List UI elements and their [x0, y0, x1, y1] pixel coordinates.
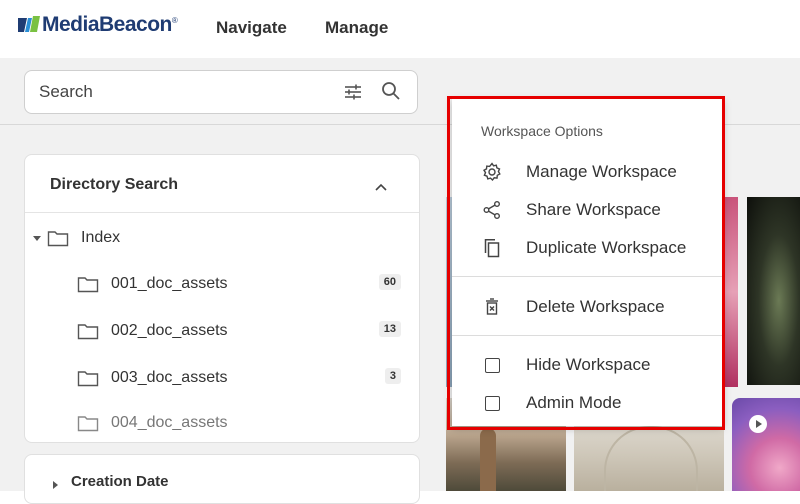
menu-divider	[452, 276, 723, 277]
panel-title: Creation Date	[71, 473, 169, 490]
menu-item-duplicate-workspace[interactable]: Duplicate Workspace	[452, 230, 723, 266]
panel-title: Directory Search	[50, 176, 179, 193]
asset-thumbnail[interactable]	[747, 197, 800, 385]
menu-item-label: Delete Workspace	[526, 297, 665, 316]
filter-sliders-icon[interactable]	[343, 83, 363, 101]
logo-mark-icon	[18, 16, 40, 34]
folder-icon	[77, 322, 101, 340]
tree-item-folder[interactable]: 004_doc_assets	[77, 412, 411, 434]
tree-item-label: 003_doc_assets	[111, 369, 228, 386]
asset-thumbnail[interactable]	[722, 197, 738, 387]
mediabeacon-logo[interactable]: MediaBeacon®	[18, 13, 178, 37]
menu-item-admin-mode[interactable]: Admin Mode	[452, 385, 723, 421]
asset-thumbnail[interactable]	[732, 398, 800, 491]
menu-divider	[452, 335, 723, 336]
directory-search-panel: Directory Search Index 001_doc_assets 60…	[24, 154, 420, 443]
menu-header: Workspace Options	[481, 123, 603, 139]
checkbox-icon[interactable]	[482, 393, 502, 413]
logo-text: MediaBeacon®	[42, 13, 178, 36]
search-box	[24, 70, 418, 114]
tree-item-index[interactable]: Index	[33, 227, 120, 249]
folder-icon	[47, 229, 71, 247]
menu-item-label: Manage Workspace	[526, 162, 677, 181]
folder-icon	[77, 369, 101, 387]
tree-item-label: 004_doc_assets	[111, 414, 228, 431]
count-badge: 3	[384, 368, 401, 384]
tree-item-label: Index	[81, 229, 121, 246]
tree-item-folder[interactable]: 003_doc_assets 3	[77, 367, 411, 389]
menu-item-label: Share Workspace	[526, 200, 661, 219]
tree-item-folder[interactable]: 001_doc_assets 60	[77, 273, 411, 295]
tree-item-label: 001_doc_assets	[111, 275, 228, 292]
workspace-options-menu: Workspace Options Manage Workspace Share…	[452, 99, 723, 426]
count-badge: 60	[378, 274, 401, 290]
caret-down-icon[interactable]	[33, 229, 43, 247]
nav-manage[interactable]: Manage	[325, 18, 388, 38]
search-icon[interactable]	[381, 81, 401, 101]
chevron-up-icon[interactable]	[374, 179, 388, 191]
gear-icon	[482, 162, 502, 182]
menu-item-hide-workspace[interactable]: Hide Workspace	[452, 347, 723, 383]
checkbox-icon[interactable]	[482, 355, 502, 375]
play-icon[interactable]	[748, 414, 768, 434]
panel-divider	[25, 212, 419, 213]
search-input[interactable]	[39, 71, 319, 113]
copy-icon	[482, 238, 502, 258]
menu-item-manage-workspace[interactable]: Manage Workspace	[452, 154, 723, 190]
tree-item-folder[interactable]: 002_doc_assets 13	[77, 320, 411, 342]
nav-navigate[interactable]: Navigate	[216, 18, 287, 38]
menu-item-label: Admin Mode	[526, 393, 622, 412]
folder-icon	[77, 275, 101, 293]
tree-item-label: 002_doc_assets	[111, 322, 228, 339]
share-icon	[482, 200, 502, 220]
menu-item-label: Hide Workspace	[526, 355, 651, 374]
caret-right-icon[interactable]	[53, 476, 59, 489]
count-badge: 13	[378, 321, 401, 337]
folder-icon	[77, 414, 101, 432]
menu-item-label: Duplicate Workspace	[526, 238, 687, 257]
menu-item-share-workspace[interactable]: Share Workspace	[452, 192, 723, 228]
menu-item-delete-workspace[interactable]: Delete Workspace	[452, 289, 723, 325]
creation-date-panel[interactable]: Creation Date	[24, 454, 420, 504]
top-bar: MediaBeacon® Navigate Manage	[0, 0, 800, 58]
delete-icon	[482, 297, 502, 317]
